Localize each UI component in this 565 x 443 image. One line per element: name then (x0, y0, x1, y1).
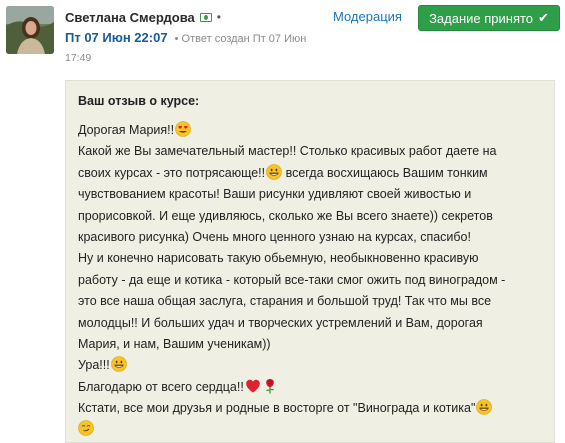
review-line: своих курсах - это потрясающе!! (78, 165, 266, 180)
review-title: Ваш отзыв о курсе: (78, 94, 200, 108)
review-line: прорисовкой. И еще удивляюсь, сколько же… (78, 208, 493, 223)
author-name[interactable]: Светлана Смердова (65, 10, 195, 25)
separator-dot: • (174, 33, 179, 45)
review-line: работу - да еще и котика - который все-т… (78, 272, 506, 287)
review-line: чувствованием красоты! Ваши рисунки удив… (78, 187, 472, 202)
review-line: всегда восхищаюсь Вашим тонким (282, 165, 488, 180)
review-line: молодцы!! И больших удач и творческих ус… (78, 315, 483, 330)
review-line: Благодарю от всего сердца!! (78, 379, 244, 394)
task-accepted-label: Задание принято (429, 10, 534, 26)
review-line: Какой же Вы замечательный мастер!! Столь… (78, 144, 497, 159)
money-icon (199, 12, 212, 22)
heart-emoji (246, 379, 260, 393)
check-icon: ✔ (538, 10, 549, 25)
grin-emoji (266, 163, 282, 180)
review-line: Кстати, все мои друзья и родные в востор… (78, 401, 476, 416)
comment-card: Светлана Смердова • Пт 07 Июн 22:07 • От… (0, 0, 565, 443)
smirk-emoji (78, 420, 94, 437)
review-line: Дорогая Мария!! (78, 123, 175, 137)
heart-eyes-emoji (175, 121, 191, 137)
review-line: Мария, и нам, Вашим ученикам)) (78, 336, 271, 351)
answer-created-text: Ответ создан Пт 07 Июн (181, 33, 307, 45)
avatar[interactable] (6, 6, 54, 54)
review-line: красивого рисунка) Очень много ценного у… (78, 229, 471, 244)
grin-emoji (110, 356, 127, 373)
moderation-link[interactable]: Модерация (333, 9, 402, 24)
review-line: Ну и конечно нарисовать такую обьемную, … (78, 251, 479, 266)
answer-created-time: 17:49 (65, 52, 92, 64)
grin-emoji (476, 399, 493, 415)
task-accepted-button[interactable]: Задание принято ✔ (418, 5, 560, 31)
post-date-link[interactable]: Пт 07 Июн 22:07 (65, 30, 168, 45)
review-line: Ура!!! (78, 358, 110, 373)
separator-dot: • (216, 10, 221, 24)
review-text: Дорогая Мария!! Какой же Вы замечательны… (78, 120, 554, 441)
rose-emoji (265, 378, 274, 394)
course-review-box: Ваш отзыв о курсе: Дорогая Мария!! Какой… (65, 80, 555, 443)
review-line: это все наша общая заслуга, старания и б… (78, 294, 492, 309)
